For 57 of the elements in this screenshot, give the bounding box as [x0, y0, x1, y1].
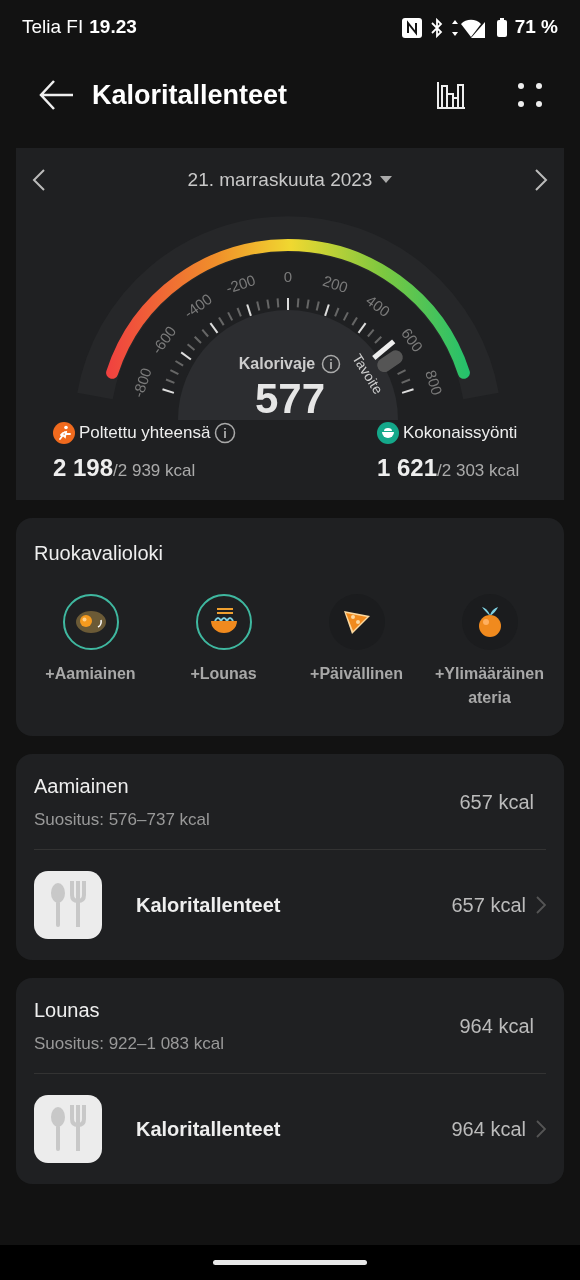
bluetooth-icon [429, 17, 444, 38]
stat-label: Poltettu yhteensä [79, 422, 211, 444]
carrier: Telia FI [22, 15, 84, 40]
date-selector[interactable]: 21. marraskuuta 2023 [187, 165, 393, 195]
stat-target: /2 939 kcal [113, 460, 196, 482]
scale-label: -800 [129, 365, 155, 400]
fruit-icon [476, 606, 503, 638]
battery-level: 71 % [514, 15, 558, 40]
nfc-icon [400, 16, 423, 39]
meal-title: Aamiainen [34, 773, 130, 799]
scale-label: -400 [180, 290, 215, 322]
chevron-icon [536, 896, 546, 914]
bowl-icon [377, 421, 399, 444]
entry-name: Kaloritallenteet [136, 1117, 281, 1142]
meal-entry[interactable]: Kaloritallenteet 657 kcal [34, 850, 546, 960]
meal-total: 657 kcal [459, 789, 534, 815]
scale-label: 200 [320, 272, 350, 296]
clock: 19.23 [89, 15, 137, 40]
info-icon[interactable] [321, 354, 342, 374]
entry-name: Kaloritallenteet [136, 893, 281, 918]
scale-label: 600 [398, 324, 427, 355]
meal-entry[interactable]: Kaloritallenteet 964 kcal [34, 1074, 546, 1184]
meal-title: Lounas [34, 997, 101, 1023]
previous-day-button[interactable] [32, 168, 46, 192]
info-icon[interactable] [214, 421, 237, 444]
chart-icon[interactable] [436, 80, 466, 110]
scale-label: 800 [422, 368, 446, 398]
scale-label: 0 [283, 267, 293, 285]
add-meal-button[interactable]: +Ylimääräinen ateria [423, 594, 556, 710]
entry-kcal: 964 kcal [451, 1117, 526, 1142]
add-meal-button[interactable]: +Päivällinen [290, 594, 423, 710]
recommendation: Suositus: 576–737 kcal [34, 808, 210, 831]
stat-value: 1 621 [377, 452, 438, 483]
meal-total: 964 kcal [459, 1013, 534, 1039]
more-icon[interactable] [518, 83, 542, 107]
section-title: Ruokavalioloki [34, 541, 164, 566]
running-icon [53, 421, 75, 444]
recommendation: Suositus: 922–1 083 kcal [34, 1032, 224, 1055]
deficit-label: Kalorivaje [238, 354, 316, 374]
stat-value: 2 198 [53, 452, 114, 483]
chevron-icon [536, 1120, 546, 1138]
entry-kcal: 657 kcal [451, 893, 526, 918]
pizza-slice-icon [342, 609, 371, 635]
stat-label: Kokonaissyönti [403, 422, 518, 444]
caret-icon [380, 176, 393, 184]
scale-label: 400 [363, 291, 394, 320]
next-day-button[interactable] [534, 168, 548, 192]
page-title: Kaloritallenteet [92, 78, 288, 112]
scale-label: -200 [223, 271, 258, 297]
battery-icon [495, 17, 508, 38]
fried-egg-icon [74, 609, 107, 635]
deficit-value: 577 [254, 376, 326, 422]
cutlery-app-icon [34, 871, 102, 939]
stat-target: /2 303 kcal [437, 460, 520, 482]
cutlery-app-icon [34, 1095, 102, 1163]
add-meal-button[interactable]: +Lounas [157, 594, 290, 710]
add-meal-button[interactable]: +Aamiainen [24, 594, 157, 710]
